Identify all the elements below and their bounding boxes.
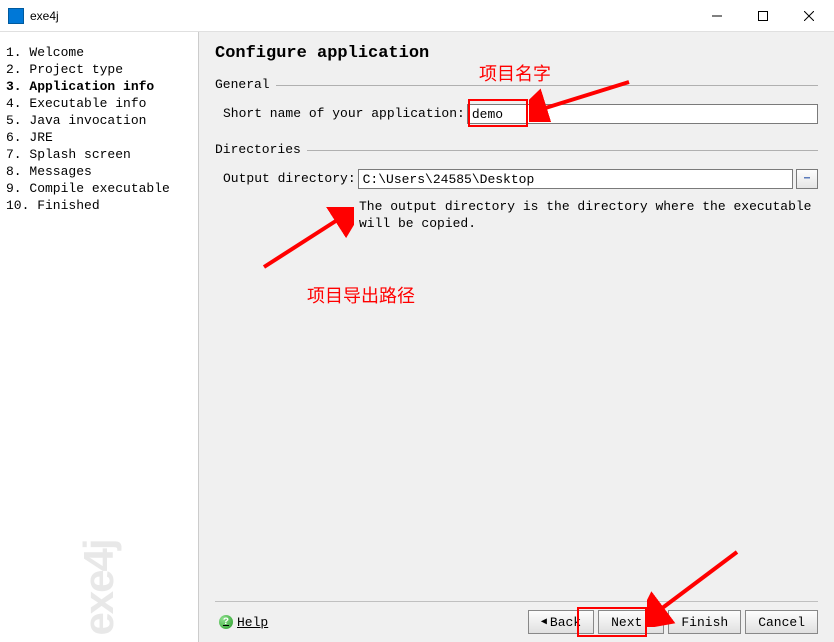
sidebar-item-6[interactable]: 6. JRE: [6, 129, 198, 146]
app-icon: [8, 8, 24, 24]
sidebar-item-1[interactable]: 1. Welcome: [6, 44, 198, 61]
back-arrow-icon: ◀: [541, 616, 547, 628]
cancel-button[interactable]: Cancel: [745, 610, 818, 634]
output-dir-desc: The output directory is the directory wh…: [359, 199, 818, 233]
short-name-label: Short name of your application:: [223, 104, 465, 121]
browse-button[interactable]: ⋯: [796, 169, 818, 189]
main-area: 1. Welcome2. Project type3. Application …: [0, 32, 834, 642]
sidebar-item-7[interactable]: 7. Splash screen: [6, 146, 198, 163]
maximize-button[interactable]: [740, 1, 786, 31]
help-link[interactable]: ? Help: [215, 615, 268, 630]
sidebar-item-4[interactable]: 4. Executable info: [6, 95, 198, 112]
annotation-export-arrow: [254, 207, 354, 277]
annotation-name-box: [468, 99, 528, 127]
sidebar-item-5[interactable]: 5. Java invocation: [6, 112, 198, 129]
annotation-export-text: 项目导出路径: [307, 282, 415, 308]
ellipsis-icon: ⋯: [804, 173, 810, 185]
output-dir-label: Output directory:: [223, 169, 356, 186]
sidebar-item-10[interactable]: 10. Finished: [6, 197, 198, 214]
close-button[interactable]: [786, 1, 832, 31]
sidebar-item-9[interactable]: 9. Compile executable: [6, 180, 198, 197]
minimize-button[interactable]: [694, 1, 740, 31]
directories-legend: Directories: [215, 142, 307, 157]
help-label: Help: [237, 615, 268, 630]
output-dir-row: Output directory: ⋯: [215, 169, 818, 189]
titlebar-controls: [694, 1, 832, 31]
general-legend: General: [215, 77, 276, 92]
window-title: exe4j: [30, 9, 59, 23]
page-title: Configure application: [215, 44, 818, 63]
cancel-label: Cancel: [758, 615, 805, 630]
help-icon: ?: [219, 615, 233, 629]
sidebar-item-8[interactable]: 8. Messages: [6, 163, 198, 180]
annotation-next-arrow: [647, 547, 747, 627]
titlebar: exe4j: [0, 0, 834, 32]
content: Configure application General Short name…: [199, 32, 834, 642]
output-dir-input[interactable]: [358, 169, 793, 189]
titlebar-left: exe4j: [8, 8, 59, 24]
sidebar-item-3[interactable]: 3. Application info: [6, 78, 198, 95]
sidebar-watermark: exe4j: [75, 540, 123, 635]
sidebar-item-2[interactable]: 2. Project type: [6, 61, 198, 78]
annotation-next-box: [577, 607, 647, 637]
annotation-name-arrow: [529, 72, 639, 122]
sidebar: 1. Welcome2. Project type3. Application …: [0, 32, 199, 642]
